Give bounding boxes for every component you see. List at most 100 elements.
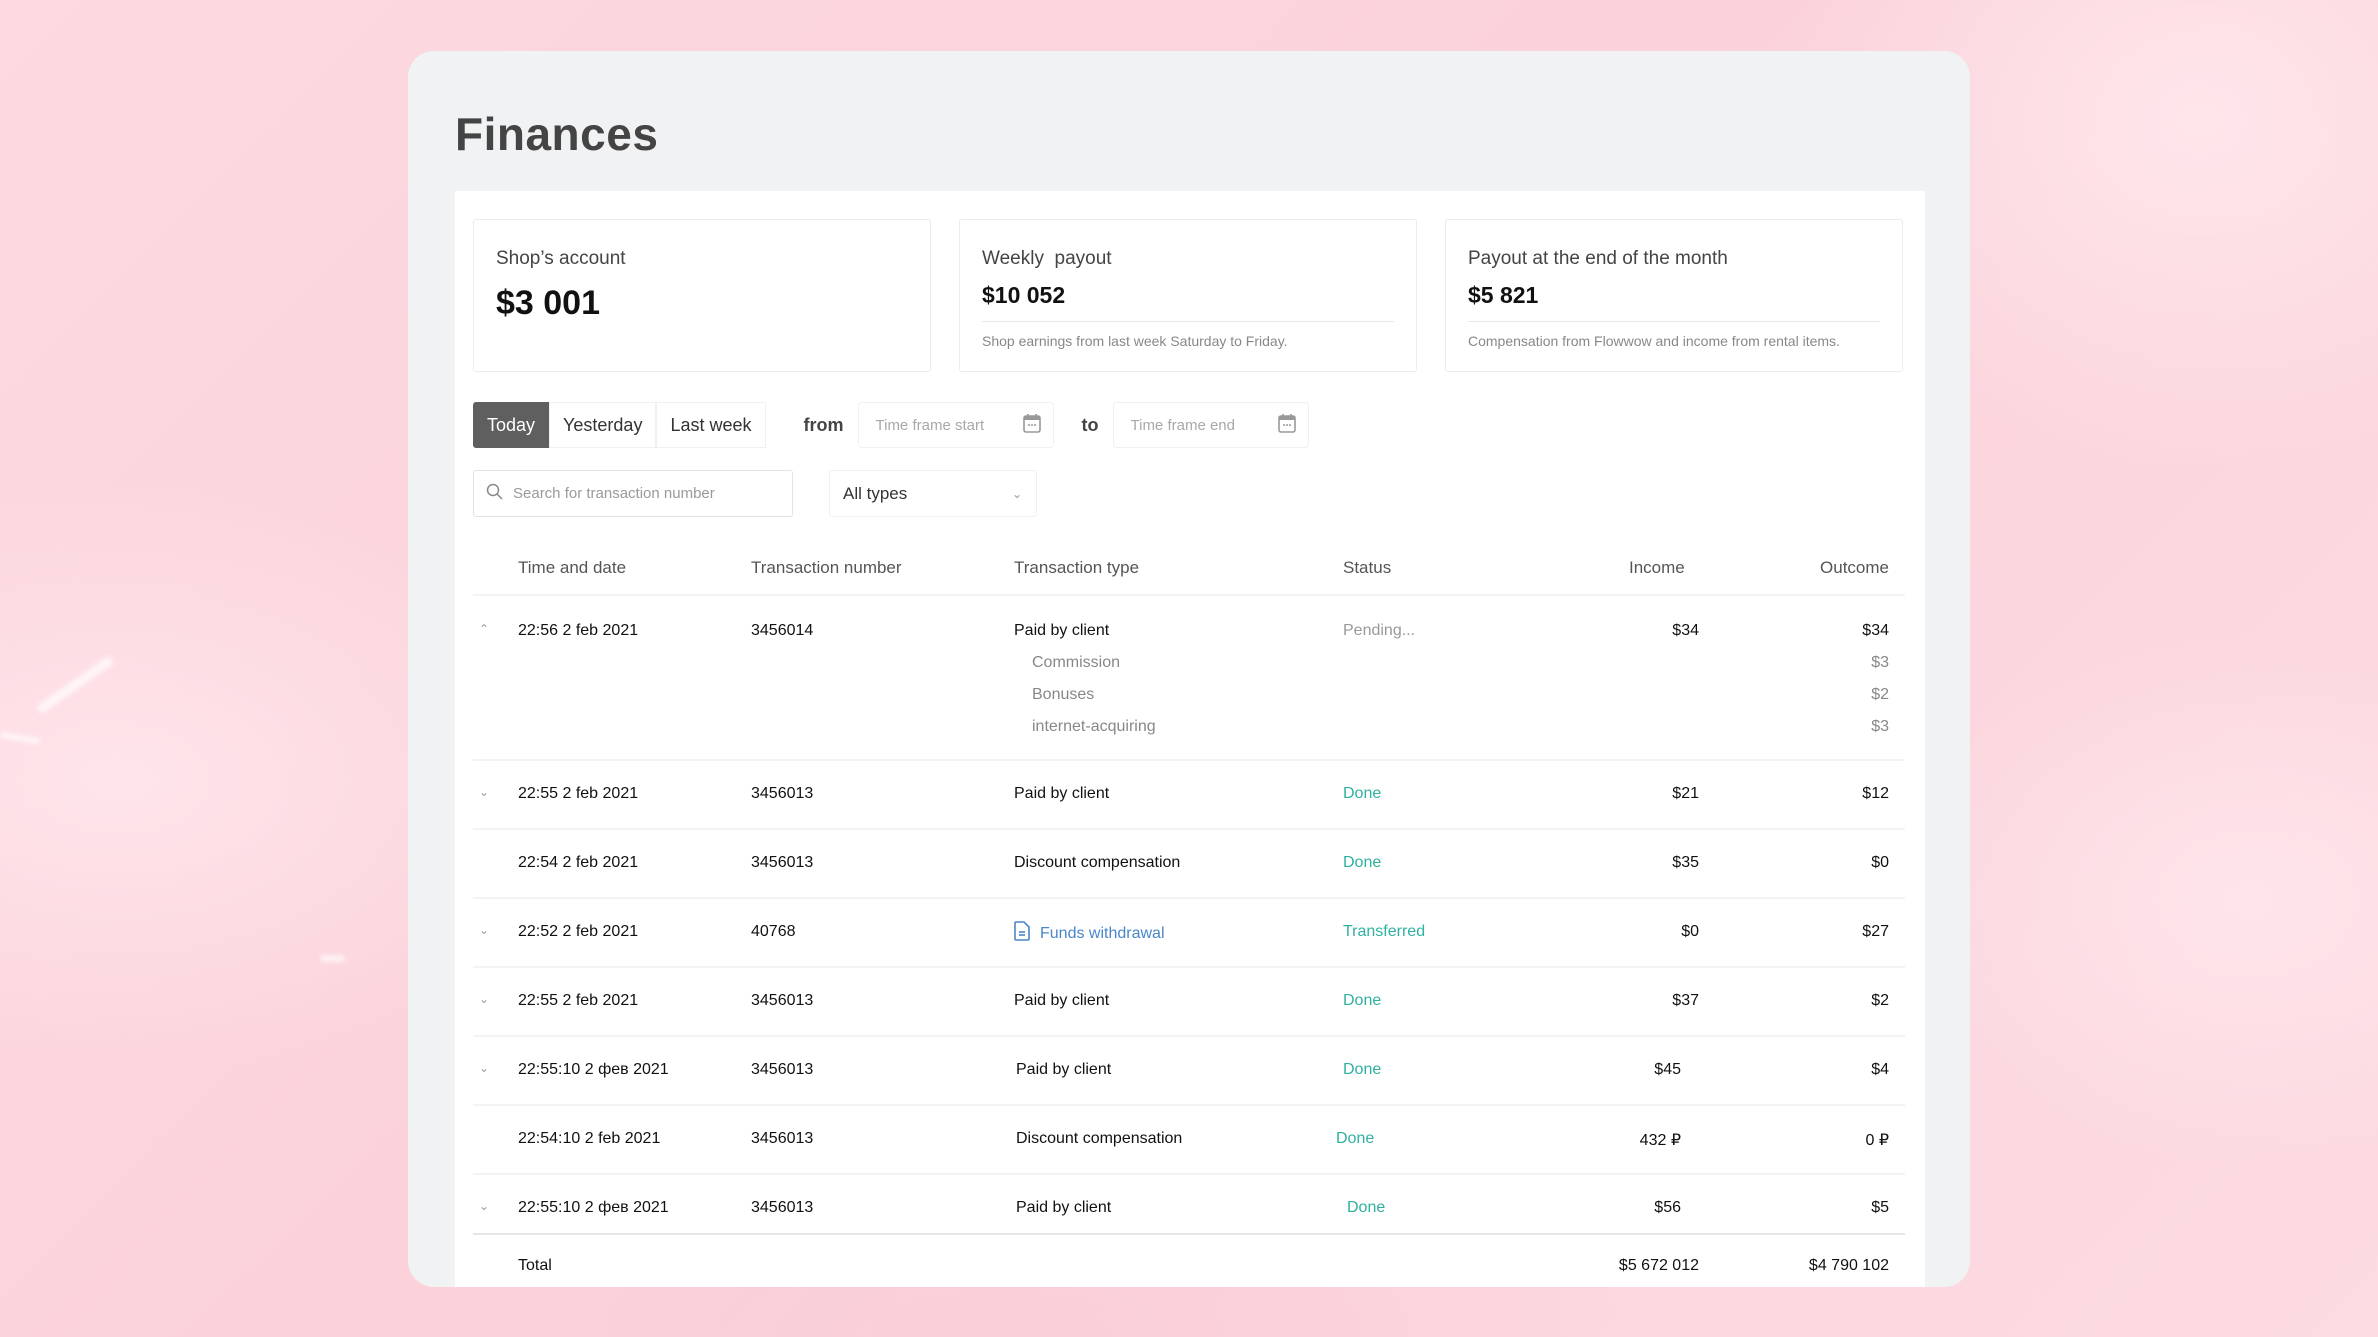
column-header-date[interactable]: Time and date [518, 541, 626, 594]
total-outcome: $4 790 102 [1808, 1257, 1889, 1274]
row-status: Done [1336, 1130, 1375, 1147]
table-row[interactable]: 22:54:10 2 feb 2021 3456013 Discount com… [473, 1106, 1905, 1175]
row-number: 3456014 [751, 622, 814, 639]
row-income: $0 [1681, 923, 1699, 940]
table-row[interactable]: ⌄ 22:55 2 feb 2021 3456013 Paid by clien… [473, 968, 1905, 1037]
row-status: Done [1343, 992, 1382, 1009]
row-status: Done [1343, 1061, 1382, 1078]
period-last-week-button[interactable]: Last week [656, 402, 766, 448]
time-frame-start-input[interactable]: Time frame start [857, 402, 1054, 448]
card-divider [982, 321, 1394, 322]
table-row[interactable]: ⌃ 22:56 2 feb 2021 3456014 Paid by clien… [473, 596, 1905, 761]
row-income: $56 [1654, 1199, 1681, 1216]
chevron-up-icon[interactable]: ⌃ [477, 622, 491, 636]
finances-panel: Finances Shop’s account $3 001 Weekly pa… [408, 51, 1970, 1287]
row-type: Paid by client [1014, 622, 1110, 639]
chevron-down-icon[interactable]: ⌄ [477, 1199, 491, 1213]
transaction-type-value: All types [843, 483, 908, 503]
column-header-number[interactable]: Transaction number [751, 541, 902, 594]
time-frame-start-placeholder: Time frame start [875, 416, 985, 434]
row-outcome: $5 [1871, 1199, 1889, 1216]
summary-cards: Shop’s account $3 001 Weekly payout $10 … [473, 219, 1903, 372]
row-status: Done [1343, 854, 1382, 871]
table-row[interactable]: ⌄ 22:52 2 feb 2021 40768 Funds withdrawa… [473, 899, 1905, 968]
time-frame-end-input[interactable]: Time frame end [1112, 402, 1309, 448]
row-outcome: $4 [1871, 1061, 1889, 1078]
transaction-type-select[interactable]: All types ⌄ [829, 470, 1037, 517]
detail-outcome: $3 [1871, 718, 1889, 735]
card-divider [1468, 321, 1880, 322]
row-income: $35 [1672, 854, 1699, 871]
row-number: 40768 [751, 923, 796, 940]
table-row[interactable]: ⌄ 22:55:10 2 фев 2021 3456013 Paid by cl… [473, 1175, 1905, 1233]
row-type: Discount compensation [1014, 854, 1181, 871]
card-value: $10 052 [982, 282, 1066, 308]
row-date: 22:55 2 feb 2021 [518, 785, 639, 802]
funds-withdrawal-link[interactable]: Funds withdrawal [1014, 921, 1165, 946]
row-outcome: $12 [1862, 785, 1889, 802]
weekly-payout-card: Weekly payout $10 052 Shop earnings from… [959, 219, 1417, 372]
row-outcome: $2 [1871, 992, 1889, 1009]
row-date: 22:55:10 2 фев 2021 [518, 1061, 669, 1078]
row-number: 3456013 [751, 1061, 814, 1078]
detail-outcome: $2 [1871, 686, 1889, 703]
calendar-icon[interactable] [1022, 413, 1041, 437]
card-value: $3 001 [496, 284, 600, 322]
table-row[interactable]: 22:54 2 feb 2021 3456013 Discount compen… [473, 830, 1905, 899]
chevron-down-icon: ⌄ [1011, 486, 1022, 501]
total-income: $5 672 012 [1618, 1257, 1699, 1274]
column-header-type[interactable]: Transaction type [1014, 541, 1139, 594]
row-type: Paid by client [1016, 1061, 1112, 1078]
row-outcome: $0 [1871, 854, 1889, 871]
background-highlight [35, 655, 115, 715]
column-header-status[interactable]: Status [1343, 541, 1391, 594]
row-status: Done [1343, 785, 1382, 802]
row-status: Pending... [1343, 622, 1416, 639]
chevron-down-icon[interactable]: ⌄ [477, 1061, 491, 1075]
page-title: Finances [455, 108, 659, 160]
background-highlight [0, 731, 41, 745]
row-date: 22:52 2 feb 2021 [518, 923, 639, 940]
background-highlight [320, 955, 345, 962]
total-label: Total [518, 1257, 552, 1274]
period-today-button[interactable]: Today [473, 402, 550, 448]
chevron-down-icon[interactable]: ⌄ [477, 785, 491, 799]
column-header-outcome[interactable]: Outcome [1820, 541, 1889, 594]
chevron-down-icon[interactable]: ⌄ [477, 923, 491, 937]
card-note: Shop earnings from last week Saturday to… [982, 333, 1288, 349]
detail-label: Bonuses [1032, 686, 1095, 703]
time-frame-end-placeholder: Time frame end [1130, 416, 1235, 434]
row-type: Discount compensation [1016, 1130, 1183, 1147]
chevron-down-icon[interactable]: ⌄ [477, 992, 491, 1006]
detail-label: Commission [1032, 654, 1121, 671]
transactions-table: Time and date Transaction number Transac… [473, 541, 1905, 1287]
row-outcome: 0 ₽ [1865, 1132, 1889, 1149]
row-income: $34 [1672, 622, 1699, 639]
table-total-row: Total $5 672 012 $4 790 102 [473, 1233, 1905, 1287]
month-payout-card: Payout at the end of the month $5 821 Co… [1445, 219, 1903, 372]
search-filters: All types ⌄ [473, 470, 1037, 517]
table-row[interactable]: ⌄ 22:55 2 feb 2021 3456013 Paid by clien… [473, 761, 1905, 830]
table-header: Time and date Transaction number Transac… [473, 541, 1905, 596]
period-filters: Today Yesterday Last week from Time fram… [473, 402, 1309, 448]
card-note: Compensation from Flowwow and income fro… [1468, 333, 1840, 349]
calendar-icon[interactable] [1277, 413, 1296, 437]
content-area: Shop’s account $3 001 Weekly payout $10 … [455, 191, 1925, 1287]
row-number: 3456013 [751, 854, 814, 871]
search-icon [486, 483, 513, 505]
row-outcome: $27 [1862, 923, 1889, 940]
row-number: 3456013 [751, 1199, 814, 1216]
shop-account-card: Shop’s account $3 001 [473, 219, 931, 372]
transaction-search-input[interactable] [513, 485, 773, 502]
card-label: Weekly payout [982, 248, 1112, 269]
row-type: Paid by client [1016, 1199, 1112, 1216]
transaction-search[interactable] [473, 470, 793, 517]
table-row[interactable]: ⌄ 22:55:10 2 фев 2021 3456013 Paid by cl… [473, 1037, 1905, 1106]
column-header-income[interactable]: Income [1629, 541, 1685, 594]
row-type: Funds withdrawal [1040, 924, 1165, 942]
row-income: $21 [1672, 785, 1699, 802]
period-segmented-control: Today Yesterday Last week [473, 402, 766, 448]
row-date: 22:54:10 2 feb 2021 [518, 1130, 661, 1147]
row-number: 3456013 [751, 785, 814, 802]
period-yesterday-button[interactable]: Yesterday [549, 402, 657, 448]
